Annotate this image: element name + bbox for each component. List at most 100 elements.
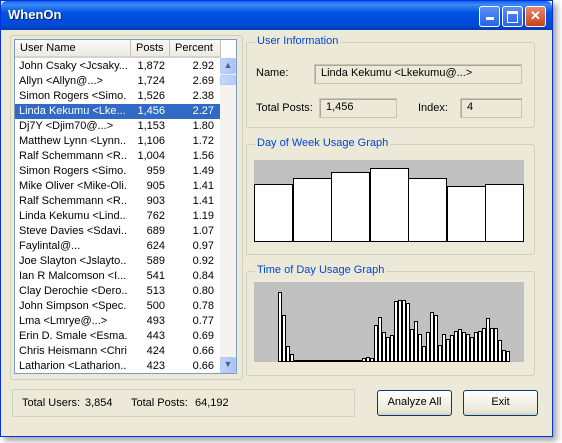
posts-cell: 424 [146,345,165,357]
list-item[interactable]: Allyn <Allyn@...> 1,724 2.69 [15,74,221,89]
percent-cell: 1.07 [192,225,214,237]
percent-cell: 2.38 [192,90,214,102]
col-header-percent[interactable]: Percent [170,40,221,58]
posts-cell: 959 [146,165,165,177]
user-name-cell: Latharion <Latharion... [19,360,127,372]
percent-cell: 2.27 [192,105,214,117]
chevron-down-icon: ▼ [223,359,233,369]
day-bar [331,172,370,242]
maximize-button[interactable] [502,6,523,27]
day-bar [485,184,524,242]
user-name-cell: Linda Kekumu <Lind... [19,210,127,222]
user-name-cell: John Simpson <Spec... [19,300,127,312]
posts-cell: 443 [146,330,165,342]
percent-cell: 0.66 [192,345,214,357]
posts-cell: 762 [146,210,165,222]
user-name-cell: Simon Rogers <Simo... [19,90,127,102]
day-graph-title: Day of Week Usage Graph [255,137,391,149]
user-name-cell: Allyn <Allyn@...> [19,75,103,87]
percent-cell: 1.56 [192,150,214,162]
percent-cell: 1.80 [192,120,214,132]
col-header-user-name[interactable]: User Name [15,40,131,58]
list-item[interactable]: Ralf Schemmann <R... 1,004 1.56 [15,149,221,164]
posts-cell: 903 [146,195,165,207]
day-bar [370,168,409,242]
day-bar [447,186,486,242]
percent-cell: 1.19 [192,210,214,222]
list-item[interactable]: Faylintal@... 624 0.97 [15,239,221,254]
list-item[interactable]: Linda Kekumu <Lke... 1,456 2.27 [15,104,221,119]
percent-cell: 0.80 [192,285,214,297]
users-list[interactable]: User Name Posts Percent John Csaky <Jcsa… [14,39,237,374]
user-name-cell: Simon Rogers <Simo... [19,165,127,177]
percent-cell: 0.97 [192,240,214,252]
vertical-scrollbar[interactable]: ▲ ▼ [220,58,236,373]
percent-cell: 0.84 [192,270,214,282]
percent-cell: 1.49 [192,165,214,177]
posts-cell: 500 [146,300,165,312]
posts-cell: 1,724 [137,75,165,87]
total-posts-field[interactable]: 1,456 [319,98,397,118]
percent-cell: 0.78 [192,300,214,312]
minimize-button[interactable] [479,6,500,27]
user-name-cell: Clay Derochie <Dero... [19,285,127,297]
list-item[interactable]: John Csaky <Jcsaky... 1,872 2.92 [15,59,221,74]
list-item[interactable]: Ian R Malcomson <I... 541 0.84 [15,269,221,284]
posts-cell: 1,456 [137,105,165,117]
index-field[interactable]: 4 [460,98,522,118]
list-item[interactable]: Matthew Lynn <Lynn... 1,106 1.72 [15,134,221,149]
list-item[interactable]: Clay Derochie <Dero... 513 0.80 [15,284,221,299]
scroll-up-button[interactable]: ▲ [220,58,236,74]
user-name-cell: Steve Davies <Sdavi... [19,225,127,237]
day-bar [293,178,332,242]
list-item[interactable]: Latharion <Latharion... 423 0.66 [15,359,221,373]
posts-cell: 1,106 [137,135,165,147]
chevron-up-icon: ▲ [223,60,233,70]
list-item[interactable]: Ralf Schemmann <R... 903 1.41 [15,194,221,209]
close-button[interactable]: ✕ [525,6,546,27]
percent-cell: 0.66 [192,360,214,372]
list-item[interactable]: Steve Davies <Sdavi... 689 1.07 [15,224,221,239]
list-item[interactable]: Simon Rogers <Simo... 959 1.49 [15,164,221,179]
posts-cell: 1,872 [137,60,165,72]
title-bar[interactable]: WhenOn ✕ [1,1,552,30]
posts-cell: 423 [146,360,165,372]
list-item[interactable]: Joe Slayton <Jslayto... 589 0.92 [15,254,221,269]
user-name-cell: Matthew Lynn <Lynn... [19,135,127,147]
percent-cell: 0.77 [192,315,214,327]
user-name-cell: Lma <Lmrye@...> [19,315,108,327]
list-item[interactable]: Lma <Lmrye@...> 493 0.77 [15,314,221,329]
posts-cell: 513 [146,285,165,297]
posts-cell: 1,526 [137,90,165,102]
percent-cell: 0.92 [192,255,214,267]
list-item[interactable]: John Simpson <Spec... 500 0.78 [15,299,221,314]
list-item[interactable]: Dj7Y <Djim70@...> 1,153 1.80 [15,119,221,134]
posts-cell: 1,153 [137,120,165,132]
percent-cell: 1.41 [192,180,214,192]
user-name-cell: Mike Oliver <Mike-Oli... [19,180,127,192]
list-item[interactable]: Mike Oliver <Mike-Oli... 905 1.41 [15,179,221,194]
status-total-posts-value: 64,192 [195,397,229,409]
posts-cell: 905 [146,180,165,192]
list-item[interactable]: Simon Rogers <Simo... 1,526 2.38 [15,89,221,104]
user-info-title: User Information [255,35,341,47]
maximize-icon [507,11,518,23]
analyze-all-button[interactable]: Analyze All [377,390,452,416]
user-name-cell: Erin D. Smale <Esma... [19,330,127,342]
list-item[interactable]: Linda Kekumu <Lind... 762 1.19 [15,209,221,224]
day-bar [408,178,447,242]
scroll-down-button[interactable]: ▼ [220,357,236,373]
name-field[interactable]: Linda Kekumu <Lkekumu@...> [314,64,522,84]
col-header-posts[interactable]: Posts [131,40,170,58]
scroll-thumb[interactable] [220,75,236,85]
close-icon: ✕ [530,8,541,23]
day-of-week-graph [254,160,524,242]
user-name-cell: Ian R Malcomson <I... [19,270,127,282]
list-item[interactable]: Erin D. Smale <Esma... 443 0.69 [15,329,221,344]
posts-cell: 589 [146,255,165,267]
total-posts-label: Total Posts: [256,102,313,114]
time-graph-title: Time of Day Usage Graph [255,264,387,276]
main-window: WhenOn ✕ User Name Posts Percent John Cs… [0,0,553,437]
list-item[interactable]: Chris Heismann <Chri... 424 0.66 [15,344,221,359]
exit-button[interactable]: Exit [463,390,538,416]
